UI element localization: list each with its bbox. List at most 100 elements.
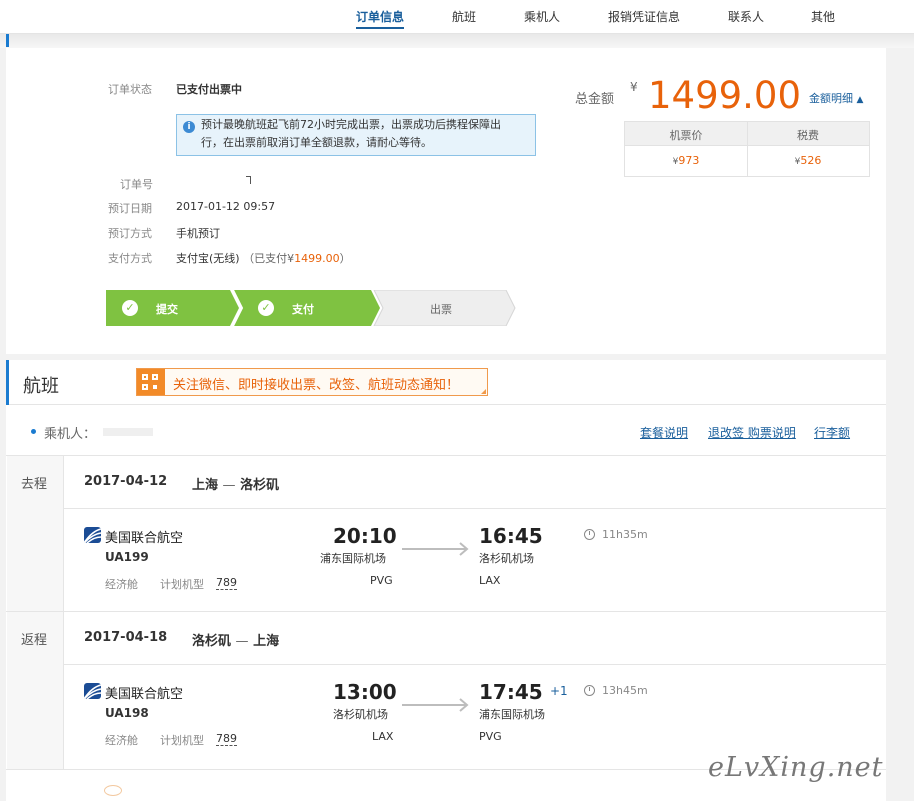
from-city: 上海 <box>192 478 219 493</box>
booking-date-value: 2017-01-12 09:57 <box>176 200 276 213</box>
tab-contact[interactable]: 联系人 <box>728 8 764 25</box>
bullet-dot <box>31 429 36 434</box>
passenger-label: 乘机人： <box>44 427 97 442</box>
qr-code-icon <box>137 369 165 395</box>
amount-detail-text: 金额明细 <box>809 92 853 105</box>
trip-route: 洛杉矶 — 上海 <box>192 630 279 649</box>
order-no-label: 订单号 <box>120 178 153 191</box>
watermark: eLvXing.net <box>708 752 884 783</box>
refund-change-link[interactable]: 退改签 购票说明 <box>708 424 796 441</box>
package-info-link[interactable]: 套餐说明 <box>640 424 688 441</box>
payment-value: 支付宝(无线) （已支付¥1499.00） <box>176 250 351 266</box>
arrival-airport: 浦东国际机场 <box>479 708 545 721</box>
flight-duration: 11h35m <box>602 528 648 541</box>
divider <box>6 611 886 612</box>
divider <box>64 508 886 509</box>
to-city: 洛杉矶 <box>240 478 280 493</box>
departure-time: 13:00 <box>333 680 397 704</box>
order-no-redacted <box>246 176 251 184</box>
departure-time: 20:10 <box>333 524 397 548</box>
divider <box>63 612 64 769</box>
total-label: 总金额 <box>575 92 615 107</box>
flight-number: UA198 <box>105 706 149 720</box>
plane-type-label: 计划机型 <box>160 734 204 747</box>
price-breakdown-table: 机票价 税费 ¥973 ¥526 <box>624 121 870 177</box>
plane-type[interactable]: 789 <box>216 732 237 746</box>
airline-name: 美国联合航空 <box>105 531 184 546</box>
paid-amount: 1499.00 <box>294 252 340 265</box>
to-city: 上海 <box>253 634 280 649</box>
section-accent-bar <box>6 360 9 405</box>
arrow-right-icon <box>402 698 469 712</box>
amount-detail-link[interactable]: 金额明细 ▲ <box>809 90 863 106</box>
decorative-bubble <box>104 785 122 796</box>
tab-other[interactable]: 其他 <box>811 8 835 25</box>
trip-date: 2017-04-12 <box>84 474 168 489</box>
wechat-text: 关注微信、即时接收出票、改签、航班动态通知！ <box>173 378 460 393</box>
tax-label: 税费 <box>797 129 819 142</box>
trip-direction: 返程 <box>21 633 48 648</box>
booking-method-label: 预订方式 <box>108 227 152 240</box>
status-value: 已支付出票中 <box>176 83 242 96</box>
departure-airport: 浦东国际机场 <box>320 552 386 565</box>
notice-line-2: 行，在出票前取消订单全额退款，请耐心等待。 <box>201 136 432 149</box>
next-day-badge: +1 <box>550 684 568 698</box>
tab-order-info[interactable]: 订单信息 <box>356 8 405 29</box>
wechat-banner[interactable]: 关注微信、即时接收出票、改签、航班动态通知！ <box>136 368 488 396</box>
clock-icon <box>584 685 595 696</box>
route-dash: — <box>235 634 249 649</box>
corner-mark <box>481 389 486 394</box>
ticket-price-value: ¥973 <box>625 154 747 167</box>
nav-shadow <box>0 34 914 48</box>
notice-line-1: 预计最晚航班起飞前72小时完成出票，出票成功后携程保障出 <box>201 118 501 131</box>
divider <box>64 664 886 665</box>
section-accent-bar <box>6 34 9 47</box>
tab-flight[interactable]: 航班 <box>452 8 476 25</box>
payment-label: 支付方式 <box>108 252 152 265</box>
payment-method: 支付宝(无线) <box>176 252 240 265</box>
step-pay: 支付 <box>292 303 314 316</box>
passenger-name-redacted <box>103 428 153 436</box>
status-label: 订单状态 <box>108 83 152 96</box>
divider <box>63 456 64 611</box>
progress-steps: ✓ 提交 ✓ 支付 出票 <box>106 290 516 326</box>
baggage-link[interactable]: 行李额 <box>814 424 850 441</box>
paid-suffix: ） <box>339 252 351 265</box>
step-ticketing: 出票 <box>430 303 452 316</box>
departure-code: PVG <box>370 574 393 587</box>
ticketing-notice: i 预计最晚航班起飞前72小时完成出票，出票成功后携程保障出 行，在出票前取消订… <box>176 114 536 156</box>
booking-method-value: 手机预订 <box>176 227 220 240</box>
cabin-class: 经济舱 <box>105 734 138 747</box>
flight-number: UA199 <box>105 550 149 564</box>
airline-logo-icon <box>84 527 101 543</box>
step-submit: 提交 <box>156 303 178 316</box>
top-nav: 订单信息 航班 乘机人 报销凭证信息 联系人 其他 <box>0 0 914 34</box>
trip-date: 2017-04-18 <box>84 630 168 645</box>
tab-reimbursement[interactable]: 报销凭证信息 <box>608 8 680 25</box>
ticket-price-amount: 973 <box>678 154 700 167</box>
plane-type[interactable]: 789 <box>216 576 237 590</box>
cabin-class: 经济舱 <box>105 578 138 591</box>
route-dash: — <box>222 478 236 493</box>
total-amount: 1499.00 <box>648 74 802 117</box>
arrival-airport: 洛杉矶机场 <box>479 552 534 565</box>
flight-duration: 13h45m <box>602 684 648 697</box>
check-icon: ✓ <box>258 300 274 316</box>
tax-value: ¥526 <box>747 154 869 167</box>
airline-logo-icon <box>84 683 101 699</box>
info-icon: i <box>183 121 195 133</box>
paid-prefix: （已支付¥ <box>243 252 295 265</box>
departure-airport: 洛杉矶机场 <box>333 708 388 721</box>
check-icon: ✓ <box>122 300 138 316</box>
ticket-price-label: 机票价 <box>669 129 703 142</box>
arrival-time: 16:45 <box>479 524 543 548</box>
tab-passenger[interactable]: 乘机人 <box>524 8 560 25</box>
arrival-code: PVG <box>479 730 502 743</box>
currency-symbol: ¥ <box>630 80 638 94</box>
flight-title: 航班 <box>23 376 59 397</box>
airline-name: 美国联合航空 <box>105 687 184 702</box>
plane-type-label: 计划机型 <box>160 578 204 591</box>
divider <box>6 455 886 456</box>
triangle-up-icon: ▲ <box>856 95 864 105</box>
trip-route: 上海 — 洛杉矶 <box>192 474 279 493</box>
